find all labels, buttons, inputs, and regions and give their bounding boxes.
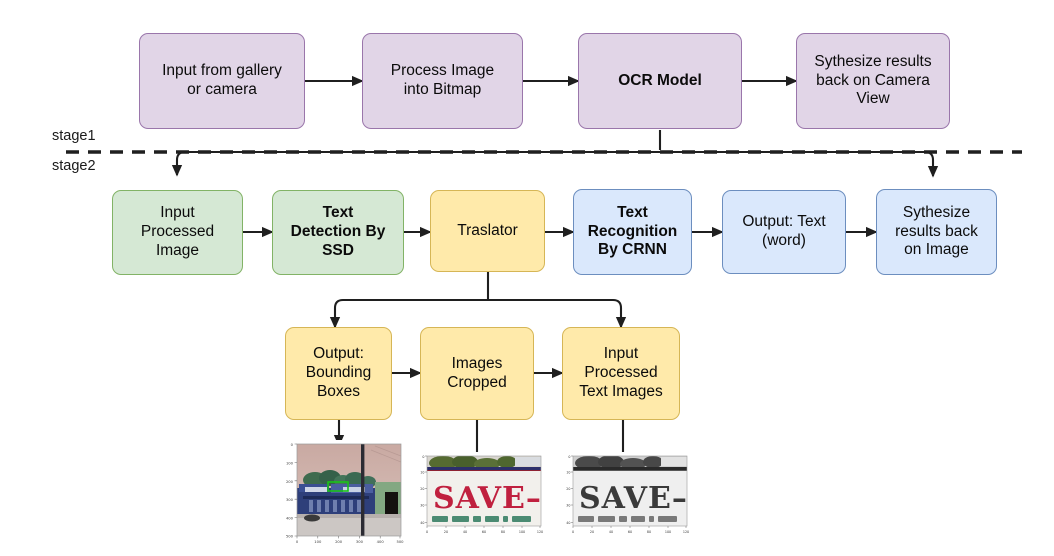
save-sign-text-grayscale: SAVE–	[579, 481, 688, 516]
svg-text:120: 120	[683, 530, 689, 534]
scene-ytick-300: 300	[286, 498, 294, 502]
svg-text:30: 30	[566, 504, 570, 508]
svg-text:0: 0	[568, 455, 570, 459]
scene-xtick-400: 400	[377, 540, 385, 544]
scene-xtick-500: 500	[396, 540, 404, 544]
scene-xtick-200: 200	[335, 540, 343, 544]
svg-text:0: 0	[426, 530, 428, 534]
node-synthesize-on-image[interactable]: Sythesize results back on Image	[876, 189, 997, 275]
scene-ytick-200: 200	[286, 480, 294, 484]
svg-text:40: 40	[463, 530, 467, 534]
stage2-label: stage2	[52, 158, 96, 174]
svg-text:60: 60	[482, 530, 486, 534]
svg-text:10: 10	[566, 471, 570, 475]
preview-cropped-save-color: SAVE– 0 10 20 30 40 0 20 40 60 80 100 12…	[415, 452, 545, 540]
save-sign-text-color: SAVE–	[433, 481, 542, 516]
connector-traslator-to-textimages	[488, 298, 627, 329]
node-input-gallery-camera[interactable]: Input from gallery or camera	[139, 33, 305, 129]
flowchart-canvas: stage1 stage2 Input from gallery or came…	[0, 0, 1054, 556]
node-text-recognition-crnn[interactable]: Text Recognition By CRNN	[573, 189, 692, 275]
svg-text:40: 40	[566, 521, 570, 525]
svg-text:20: 20	[444, 530, 448, 534]
scene-ytick-100: 100	[286, 461, 294, 465]
svg-text:0: 0	[572, 530, 574, 534]
svg-text:120: 120	[537, 530, 543, 534]
node-output-bounding-boxes[interactable]: Output: Bounding Boxes	[285, 327, 392, 420]
connector-stage2-left-branch	[171, 150, 660, 177]
node-output-text-word[interactable]: Output: Text (word)	[722, 190, 846, 274]
node-process-image-bitmap[interactable]: Process Image into Bitmap	[362, 33, 523, 129]
svg-text:40: 40	[609, 530, 613, 534]
scene-ytick-400: 400	[286, 517, 294, 521]
node-synthesize-camera-view[interactable]: Sythesize results back on Camera View	[796, 33, 950, 129]
scene-xtick-300: 300	[356, 540, 364, 544]
svg-text:30: 30	[420, 504, 424, 508]
svg-text:80: 80	[647, 530, 651, 534]
svg-text:80: 80	[501, 530, 505, 534]
scene-ytick-500: 500	[286, 534, 294, 538]
svg-text:20: 20	[590, 530, 594, 534]
svg-text:60: 60	[628, 530, 632, 534]
svg-text:100: 100	[665, 530, 671, 534]
node-ocr-model[interactable]: OCR Model	[578, 33, 742, 129]
svg-text:20: 20	[420, 487, 424, 491]
preview-cropped-save-grayscale: SAVE– 0 10 20 30 40 0 20 40 60 80 100 12…	[561, 452, 691, 540]
svg-text:100: 100	[519, 530, 525, 534]
scene-xtick-100: 100	[314, 540, 322, 544]
node-text-detection-ssd[interactable]: Text Detection By SSD	[272, 190, 404, 275]
svg-text:40: 40	[420, 521, 424, 525]
svg-text:20: 20	[566, 487, 570, 491]
node-traslator[interactable]: Traslator	[430, 190, 545, 272]
connector-traslator-to-bounding	[329, 298, 488, 329]
preview-scene-with-bounding-box: 0 100 200 300 400 500 0 100 200 300 400 …	[275, 440, 407, 550]
node-images-cropped[interactable]: Images Cropped	[420, 327, 534, 420]
node-input-processed-image[interactable]: Input Processed Image	[112, 190, 243, 275]
node-input-processed-text-images[interactable]: Input Processed Text Images	[562, 327, 680, 420]
svg-text:0: 0	[422, 455, 424, 459]
svg-text:10: 10	[420, 471, 424, 475]
stage1-label: stage1	[52, 128, 96, 144]
connector-stage2-right-branch	[660, 150, 939, 178]
